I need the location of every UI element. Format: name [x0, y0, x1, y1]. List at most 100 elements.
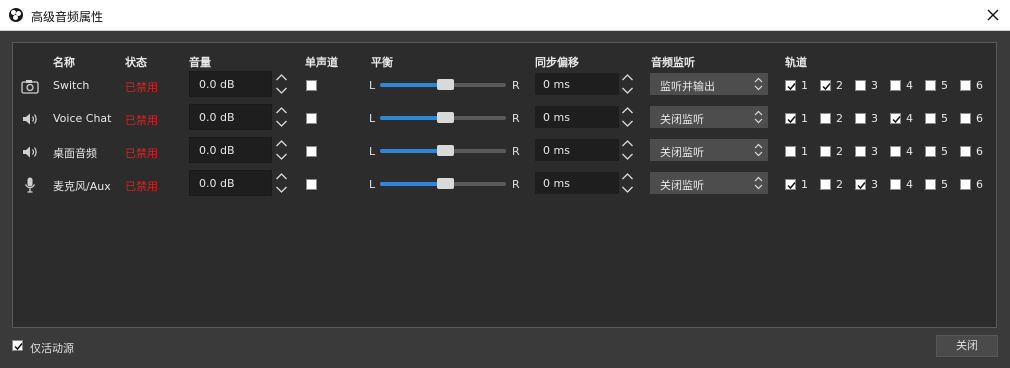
chevron-down-icon[interactable] [620, 84, 635, 97]
monitoring-dropdown[interactable]: 关闭监听 [650, 139, 749, 161]
volume-spinner[interactable] [620, 137, 635, 163]
track-3-checkbox[interactable] [855, 146, 866, 157]
chevron-down-icon[interactable] [274, 84, 289, 97]
chevron-up-icon[interactable] [620, 170, 635, 183]
balance-slider-handle[interactable] [437, 178, 454, 189]
volume-spinner[interactable] [274, 71, 289, 97]
source-status: 已禁用 [125, 147, 158, 160]
balance-slider[interactable] [380, 79, 506, 90]
chevron-down-icon[interactable] [274, 150, 289, 163]
volume-input[interactable]: 0.0 dB [189, 137, 272, 163]
close-button[interactable]: 关闭 [936, 335, 998, 357]
balance-slider-handle[interactable] [437, 112, 454, 123]
chevron-down-icon[interactable] [274, 117, 289, 130]
track-1-checkbox[interactable] [785, 179, 796, 190]
dropdown-arrows-icon[interactable] [749, 172, 768, 194]
volume-spinner[interactable] [620, 104, 635, 130]
balance-slider[interactable] [380, 178, 506, 189]
chevron-down-icon[interactable] [620, 117, 635, 130]
source-name: Voice Chat [53, 112, 112, 125]
balance-slider-handle[interactable] [437, 145, 454, 156]
header-balance: 平衡 [371, 56, 393, 69]
dropdown-arrows-icon[interactable] [749, 73, 768, 95]
microphone-icon [21, 176, 39, 194]
balance-slider[interactable] [380, 112, 506, 123]
track-5-checkbox[interactable] [925, 113, 936, 124]
source-status: 已禁用 [125, 114, 158, 127]
dropdown-arrows-icon[interactable] [749, 106, 768, 128]
monitoring-dropdown[interactable]: 关闭监听 [650, 172, 749, 194]
track-number: 2 [836, 79, 843, 92]
sync-offset-input[interactable]: 0 ms [535, 139, 619, 161]
chevron-up-icon[interactable] [620, 104, 635, 117]
volume-input[interactable]: 0.0 dB [189, 71, 272, 97]
chevron-up-icon[interactable] [274, 104, 289, 117]
chevron-down-icon[interactable] [620, 150, 635, 163]
source-status: 已禁用 [125, 81, 158, 94]
volume-spinner[interactable] [620, 71, 635, 97]
track-number: 3 [871, 79, 878, 92]
volume-spinner[interactable] [274, 137, 289, 163]
track-1-checkbox[interactable] [785, 113, 796, 124]
track-2-checkbox[interactable] [820, 146, 831, 157]
mono-checkbox[interactable] [306, 80, 317, 91]
close-icon[interactable] [983, 5, 1003, 25]
track-5-checkbox[interactable] [925, 179, 936, 190]
track-1-checkbox[interactable] [785, 80, 796, 91]
chevron-up-icon[interactable] [620, 71, 635, 84]
balance-slider-handle[interactable] [437, 79, 454, 90]
volume-input[interactable]: 0.0 dB [189, 170, 272, 196]
track-number: 3 [871, 145, 878, 158]
track-4-checkbox[interactable] [890, 113, 901, 124]
monitoring-dropdown[interactable]: 监听并输出 [650, 73, 749, 95]
track-2-checkbox[interactable] [820, 179, 831, 190]
balance-right-label: R [512, 112, 520, 125]
volume-value: 0.0 dB [199, 111, 235, 124]
dropdown-arrows-icon[interactable] [749, 139, 768, 161]
balance-slider[interactable] [380, 145, 506, 156]
audio-source-row: 桌面音频 已禁用 0.0 dB L R 0 ms 关闭监听 1 2 3 4 5 6 [0, 137, 1010, 167]
volume-spinner[interactable] [620, 170, 635, 196]
sync-offset-input[interactable]: 0 ms [535, 172, 619, 194]
volume-spinner[interactable] [274, 104, 289, 130]
chevron-up-icon[interactable] [274, 71, 289, 84]
chevron-down-icon[interactable] [274, 183, 289, 196]
track-4-checkbox[interactable] [890, 179, 901, 190]
track-6-checkbox[interactable] [960, 146, 971, 157]
track-number: 2 [836, 112, 843, 125]
chevron-up-icon[interactable] [274, 170, 289, 183]
volume-input[interactable]: 0.0 dB [189, 104, 272, 130]
mono-checkbox[interactable] [306, 179, 317, 190]
track-2-checkbox[interactable] [820, 113, 831, 124]
volume-spinner[interactable] [274, 170, 289, 196]
track-3-checkbox[interactable] [855, 113, 866, 124]
track-3-checkbox[interactable] [855, 80, 866, 91]
track-4-checkbox[interactable] [890, 146, 901, 157]
track-4-checkbox[interactable] [890, 80, 901, 91]
track-1-checkbox[interactable] [785, 146, 796, 157]
track-6-checkbox[interactable] [960, 179, 971, 190]
sync-offset-value: 0 ms [543, 111, 570, 124]
chevron-down-icon[interactable] [620, 183, 635, 196]
track-2-checkbox[interactable] [820, 80, 831, 91]
sync-offset-input[interactable]: 0 ms [535, 106, 619, 128]
track-number: 2 [836, 178, 843, 191]
track-number: 6 [976, 79, 983, 92]
track-5-checkbox[interactable] [925, 80, 936, 91]
track-6-checkbox[interactable] [960, 80, 971, 91]
active-only-checkbox[interactable] [12, 340, 23, 351]
chevron-up-icon[interactable] [620, 137, 635, 150]
mono-checkbox[interactable] [306, 113, 317, 124]
mono-checkbox[interactable] [306, 146, 317, 157]
balance-right-label: R [512, 145, 520, 158]
chevron-up-icon[interactable] [274, 137, 289, 150]
sync-offset-value: 0 ms [543, 144, 570, 157]
track-5-checkbox[interactable] [925, 146, 936, 157]
track-number: 6 [976, 178, 983, 191]
track-3-checkbox[interactable] [855, 179, 866, 190]
balance-slider-fill [380, 182, 441, 186]
balance-slider-fill [380, 116, 441, 120]
monitoring-dropdown[interactable]: 关闭监听 [650, 106, 749, 128]
track-6-checkbox[interactable] [960, 113, 971, 124]
sync-offset-input[interactable]: 0 ms [535, 73, 619, 95]
